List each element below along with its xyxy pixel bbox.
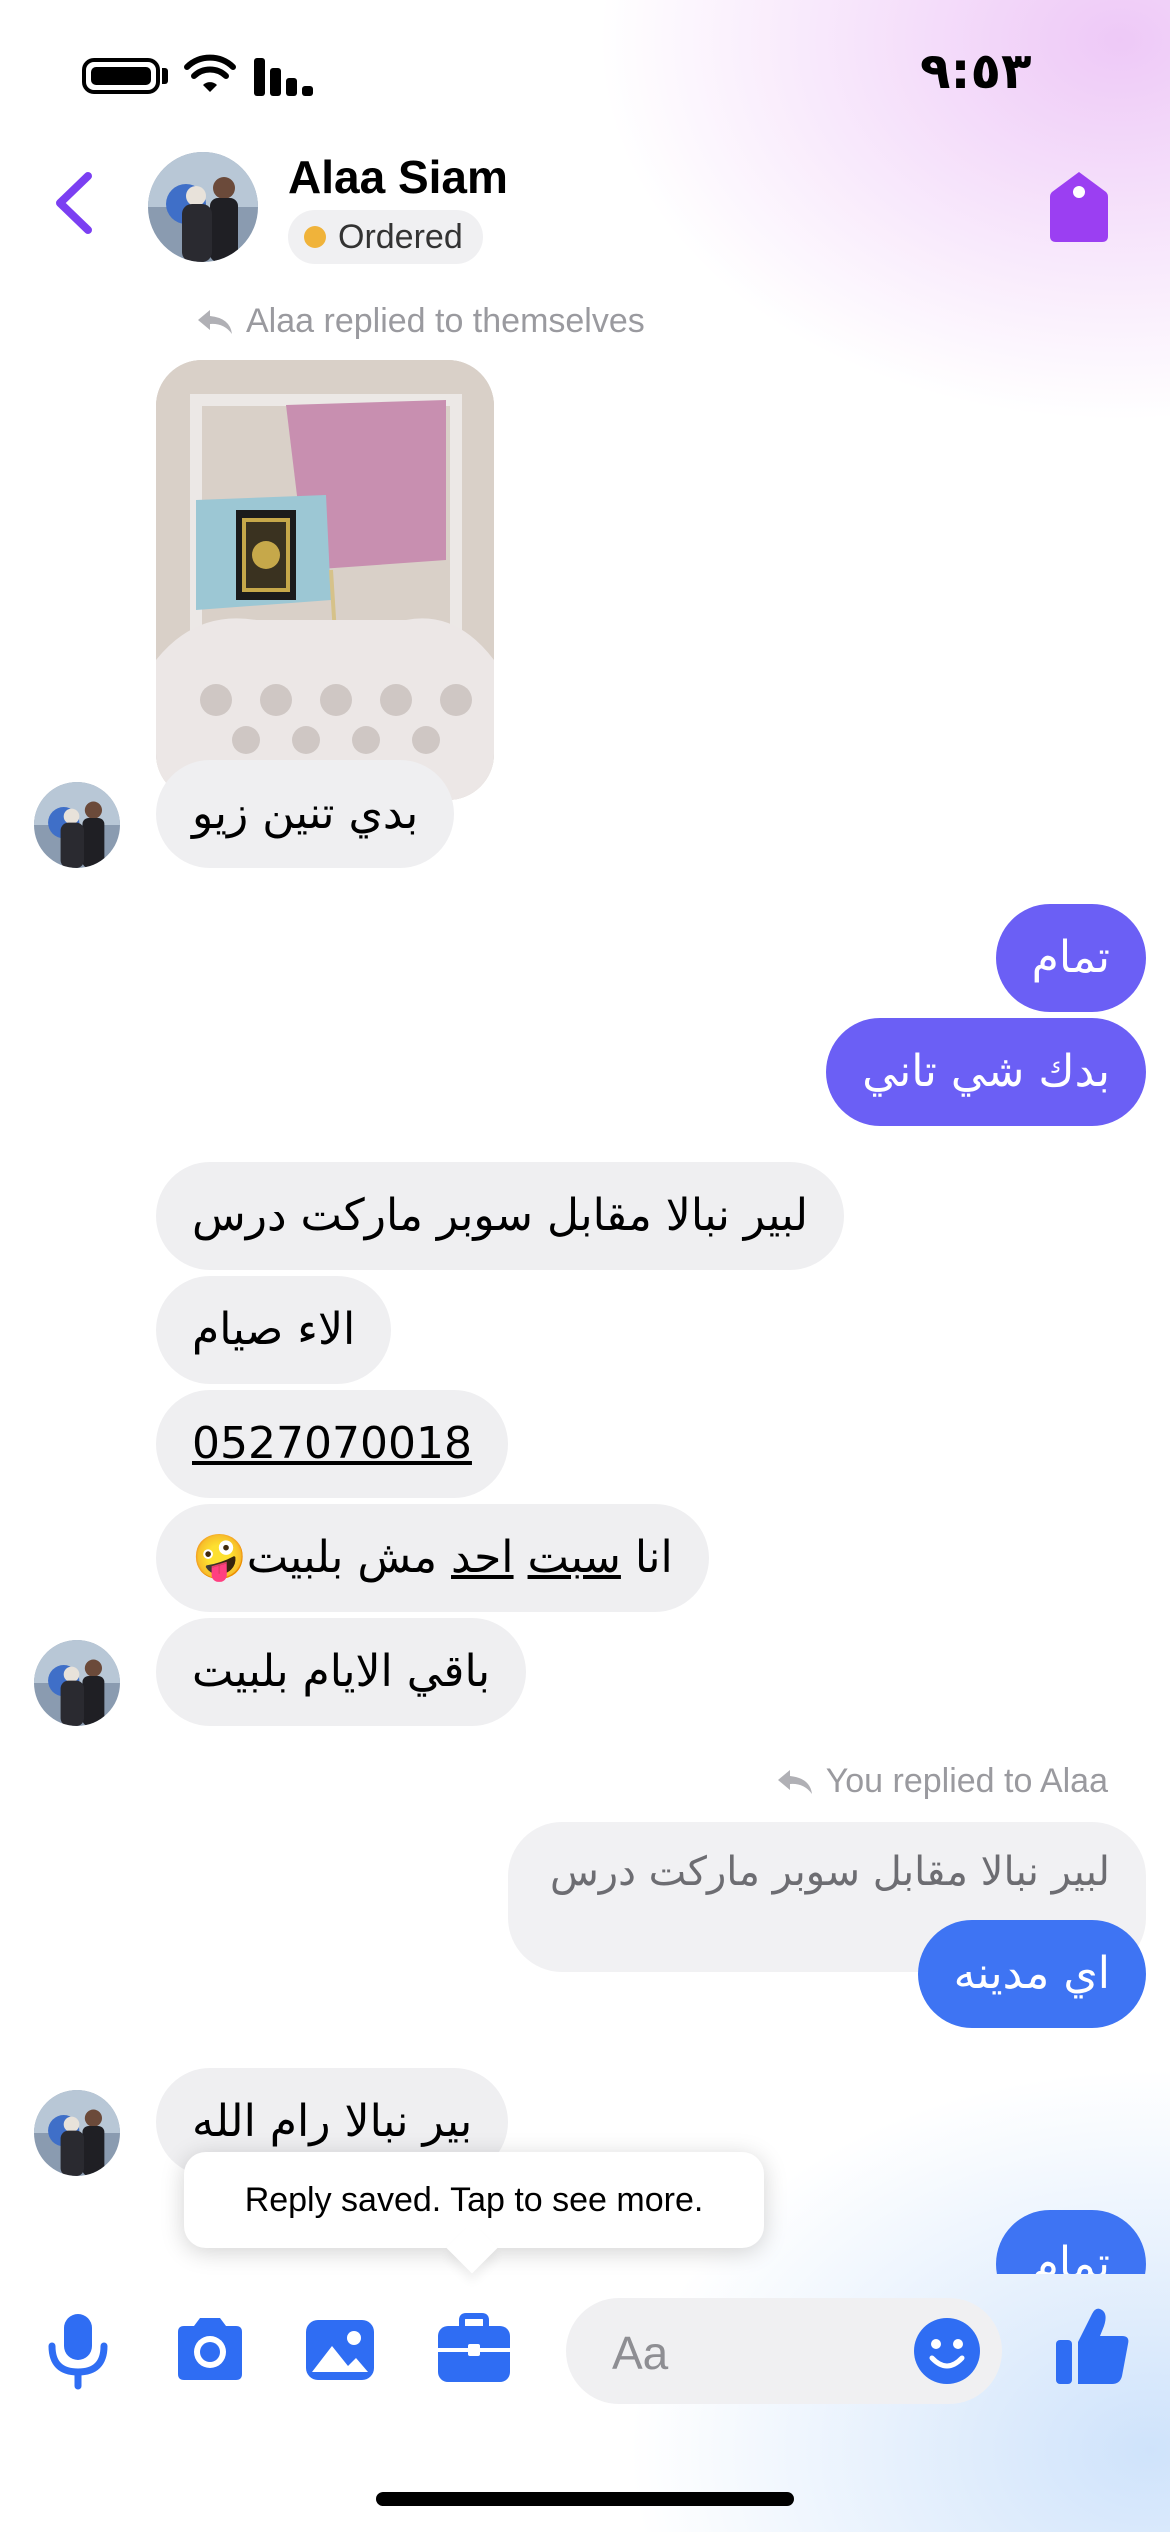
back-chevron-icon[interactable]: [44, 168, 114, 238]
reply-meta-text: You replied to Alaa: [825, 1762, 1108, 1800]
reply-arrow-icon: [777, 1769, 812, 1794]
sender-avatar[interactable]: [34, 2090, 120, 2176]
battery-tip: [162, 68, 168, 84]
emoji-icon[interactable]: [912, 2316, 982, 2386]
message-incoming[interactable]: الاء صيام: [156, 1276, 392, 1384]
message-outgoing[interactable]: تمام: [995, 904, 1146, 1012]
message-text: لبير نبالا مقابل سوبر ماركت درس: [192, 1189, 809, 1241]
gallery-icon[interactable]: [300, 2310, 380, 2390]
status-dot: [304, 226, 326, 248]
reply-saved-tooltip[interactable]: Reply saved. Tap to see more.: [184, 2152, 764, 2248]
status-time: ٩:٥٣: [920, 42, 1032, 100]
message-text: بدي تنين زيو: [192, 787, 419, 839]
message-text: بير نبالا رام الله: [192, 2095, 473, 2147]
order-status-label: Ordered: [338, 217, 463, 256]
message-incoming[interactable]: بدي تنين زيو: [156, 760, 455, 868]
microphone-icon[interactable]: [38, 2310, 118, 2390]
message-text: تمام: [1031, 2237, 1110, 2274]
message-incoming[interactable]: باقي الايام بلبيت: [156, 1618, 527, 1726]
date-link[interactable]: سبت: [528, 1532, 621, 1583]
contact-name[interactable]: Alaa Siam: [288, 150, 508, 204]
message-incoming[interactable]: لبير نبالا مقابل سوبر ماركت درس: [156, 1162, 845, 1270]
sender-avatar[interactable]: [34, 782, 120, 868]
sender-avatar[interactable]: [34, 1640, 120, 1726]
battery-icon: [82, 58, 160, 94]
contact-avatar[interactable]: [148, 152, 258, 262]
reply-meta-incoming: Alaa replied to themselves: [196, 302, 645, 341]
date-link[interactable]: احد: [451, 1532, 514, 1583]
message-text: بدك شي تاني: [862, 1045, 1110, 1097]
message-text: باقي الايام بلبيت: [192, 1645, 491, 1697]
message-text: انا سبت احد مش بلبيت🤪: [192, 1531, 673, 1583]
cellular-signal-icon: [254, 58, 313, 96]
reply-meta-outgoing: You replied to Alaa: [776, 1762, 1108, 1801]
message-text: تمام: [1031, 931, 1110, 983]
message-incoming[interactable]: انا سبت احد مش بلبيت🤪: [156, 1504, 709, 1612]
emoji: 🤪: [192, 1531, 247, 1583]
tooltip-text: Reply saved. Tap to see more.: [244, 2180, 704, 2219]
phone-number-link[interactable]: 0527070018: [192, 1418, 472, 1471]
message-text: اي مدينه: [953, 1947, 1110, 1999]
camera-icon[interactable]: [170, 2310, 250, 2390]
quoted-text: لبير نبالا مقابل سوبر ماركت درس: [549, 1849, 1110, 1895]
message-outgoing[interactable]: بدك شي تاني: [826, 1018, 1146, 1126]
like-thumbs-up-icon[interactable]: [1052, 2304, 1132, 2388]
home-indicator: [376, 2492, 794, 2506]
message-bubble: تمام: [995, 2210, 1146, 2274]
wifi-icon: [184, 54, 236, 92]
message-input[interactable]: [610, 2322, 914, 2384]
message-outgoing-partial[interactable]: تمام: [986, 2210, 1146, 2274]
reply-meta-text: Alaa replied to themselves: [246, 302, 645, 340]
order-status-badge[interactable]: Ordered: [288, 210, 483, 264]
message-incoming[interactable]: 0527070018: [156, 1390, 508, 1498]
shared-photo[interactable]: [156, 360, 494, 800]
message-outgoing[interactable]: اي مدينه: [917, 1920, 1146, 2028]
message-text: الاء صيام: [192, 1303, 356, 1355]
reply-arrow-icon: [198, 309, 232, 334]
briefcase-icon[interactable]: [434, 2310, 514, 2390]
tag-icon[interactable]: [1048, 170, 1110, 244]
